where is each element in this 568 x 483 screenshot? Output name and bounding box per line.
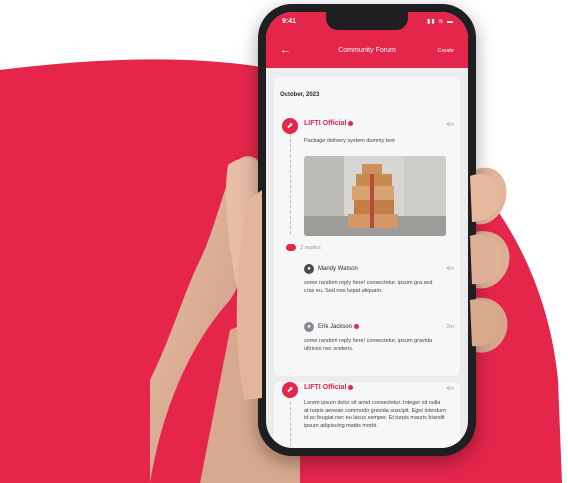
forum-feed: October, 2023 ⬈ LIFTI Official 4m Packag… (266, 68, 468, 448)
lifti-avatar: ⬈ (282, 118, 298, 134)
phone-notch (326, 12, 408, 30)
post-body: Package delivery system dummy text (304, 138, 395, 144)
post-author[interactable]: LIFTI Official (304, 384, 354, 391)
phone-device: 9:41 ▮▮ ≋ ▬ ← Community Forum Create Oct… (258, 4, 476, 456)
create-button[interactable]: Create (437, 48, 454, 54)
verified-badge-icon (354, 324, 360, 329)
date-heading: October, 2023 (280, 92, 320, 98)
reply-time: 2m (446, 324, 454, 330)
reply-body: some random reply here! consectetur. ips… (304, 338, 433, 352)
status-icons: ▮▮ ≋ ▬ (427, 19, 454, 25)
post-author-name: LIFTI Official (304, 384, 347, 391)
reply-avatar: ● (304, 322, 314, 332)
reply-author[interactable]: Mandy Watson (318, 266, 358, 272)
reply-body: some random reply here! consectetur. ips… (304, 280, 433, 294)
reply-author-name: Erik Jackson (318, 324, 353, 331)
status-time: 9:41 (282, 18, 297, 25)
post-author-name: LIFTI Official (304, 120, 347, 127)
replies-toggle[interactable]: 2 replies (286, 244, 321, 251)
reply-author[interactable]: Erik Jackson (318, 324, 360, 331)
lifti-avatar: ⬈ (282, 382, 298, 398)
reply-time: 4m (446, 266, 454, 272)
thread-line (290, 134, 291, 234)
replies-count: 2 replies (300, 244, 321, 251)
thread-line (290, 402, 291, 448)
verified-badge-icon (348, 120, 354, 126)
phone-screen: 9:41 ▮▮ ≋ ▬ ← Community Forum Create Oct… (266, 12, 468, 448)
replies-avatars-icon (286, 244, 296, 251)
post-image[interactable] (304, 156, 446, 236)
verified-badge-icon (348, 384, 354, 390)
reply-avatar: ● (304, 264, 314, 274)
post-time: 4m (446, 386, 454, 392)
post-time: 4m (446, 122, 454, 128)
boxes-photo (304, 156, 446, 236)
hero-stage: 9:41 ▮▮ ≋ ▬ ← Community Forum Create Oct… (0, 0, 568, 483)
post-body: Lorem ipsum dolor sit amet consectetur. … (304, 400, 446, 429)
post-author[interactable]: LIFTI Official (304, 120, 354, 127)
